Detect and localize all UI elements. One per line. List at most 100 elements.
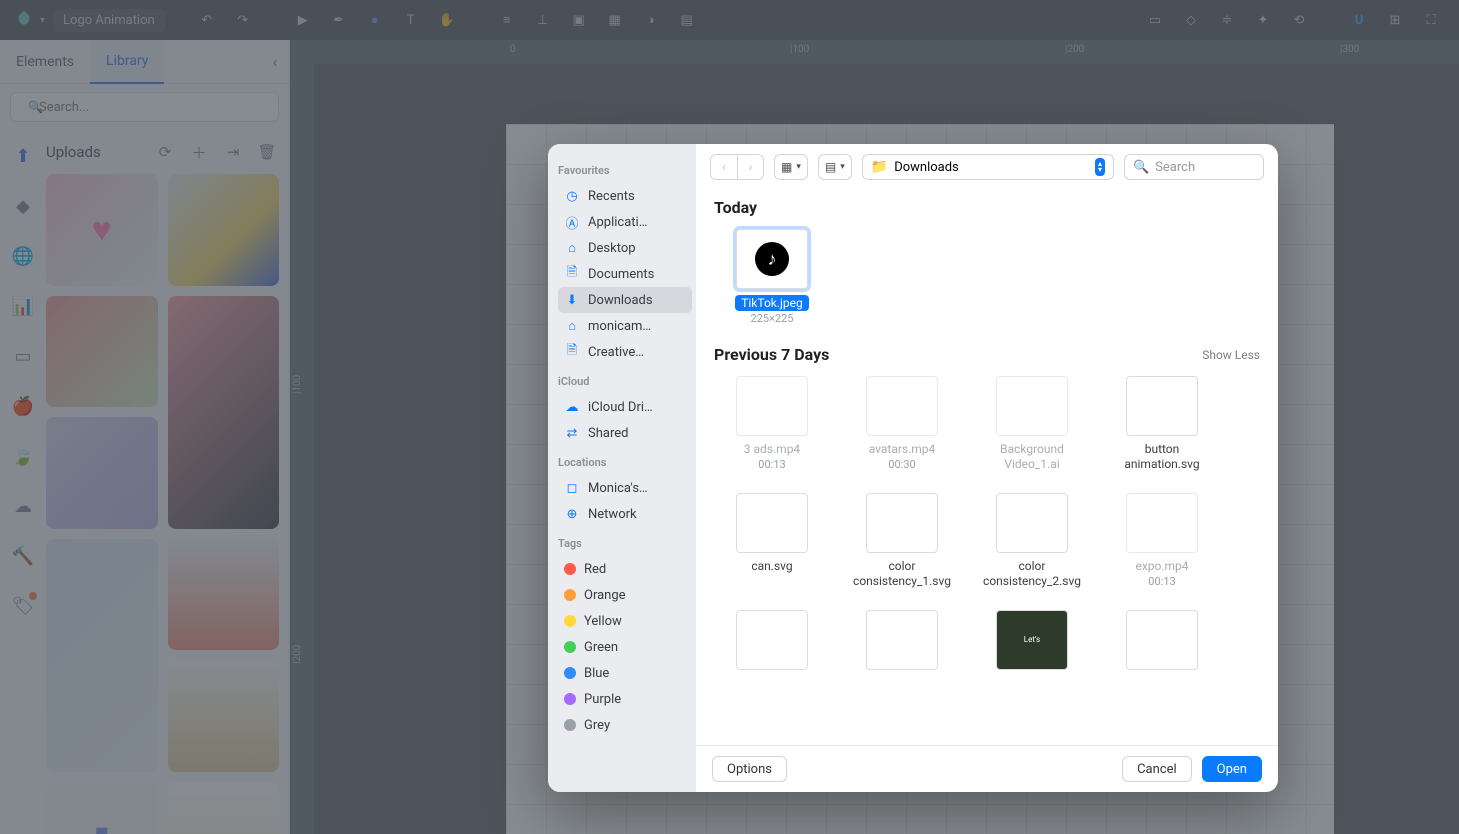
sidebar-item-label: iCloud Dri… [588,400,653,415]
view-mode-group[interactable]: ▤ ▾ [818,154,852,180]
file-meta: 225×225 [751,312,794,325]
file-thumbnail [866,376,938,436]
sidebar-item-label: Monica's… [588,481,648,496]
file-name: TikTok.jpeg [735,295,809,311]
dialog-search[interactable]: 🔍 Search [1124,154,1264,180]
sidebar-tag-item[interactable]: Orange [558,582,692,608]
file-item[interactable] [844,610,960,670]
sidebar-item-label: Creative… [588,345,644,360]
file-item[interactable]: 3 ads.mp400:13 [714,376,830,471]
file-item[interactable]: ♪ TikTok.jpeg225×225 [714,229,830,325]
file-name: button animation.svg [1106,442,1218,471]
sidebar-item[interactable]: 🗎 Creative… [558,339,692,365]
sidebar-tag-item[interactable]: Purple [558,686,692,712]
nav-arrows: ‹ › [710,154,764,180]
sidebar-item-label: Blue [584,666,609,681]
file-item[interactable]: button animation.svg [1104,376,1220,471]
nav-forward-button[interactable]: › [737,155,763,179]
sidebar-section-locations: Locations [558,456,692,469]
search-icon: 🔍 [1133,160,1149,175]
nav-back-button[interactable]: ‹ [711,155,737,179]
file-item[interactable]: Background Video_1.ai [974,376,1090,471]
location-dropdown[interactable]: 📁 Downloads ▴▾ [862,154,1114,180]
tag-color-dot-icon [564,667,576,679]
sidebar-item-label: Shared [588,426,628,441]
file-item[interactable]: expo.mp400:13 [1104,493,1220,588]
sidebar-item[interactable]: ⇄ Shared [558,420,692,446]
dialog-toolbar: ‹ › ▦ ▾ ▤ ▾ 📁 Downloads ▴▾ 🔍 Search [696,144,1278,188]
sidebar-item[interactable]: ◷ Recents [558,183,692,209]
sidebar-item-label: monicam… [588,319,651,334]
sidebar-tag-item[interactable]: Yellow [558,608,692,634]
file-item[interactable]: Let's [974,610,1090,670]
sidebar-item-label: Desktop [588,241,636,256]
sidebar-tag-item[interactable]: Blue [558,660,692,686]
file-item[interactable] [714,610,830,670]
sidebar-section-tags: Tags [558,537,692,550]
file-thumbnail [1126,376,1198,436]
options-button[interactable]: Options [712,756,787,782]
file-item[interactable]: can.svg [714,493,830,588]
file-name: color consistency_1.svg [846,559,958,588]
dialog-sidebar: Favourites ◷ Recents Ⓐ Applicati… ⌂ Desktop 🗎 D… [548,144,696,792]
sidebar-item-icon: ☁ [564,400,580,415]
file-name: 3 ads.mp4 [744,442,800,456]
dialog-footer: Options Cancel Open [696,745,1278,792]
file-thumbnail [996,376,1068,436]
file-name: can.svg [751,559,792,573]
file-thumbnail [996,493,1068,553]
sidebar-item[interactable]: ⌂ Desktop [558,235,692,261]
sidebar-item-label: Downloads [588,293,653,308]
sidebar-item[interactable]: Ⓐ Applicati… [558,209,692,235]
sidebar-item-icon: ⇄ [564,426,580,441]
sidebar-item[interactable]: ⬇Downloads [558,287,692,313]
sidebar-item[interactable]: ⌂monicam… [558,313,692,339]
sidebar-item-label: Recents [588,189,635,204]
sidebar-item-icon: 🗎 [564,263,580,285]
sidebar-item-label: Orange [584,588,626,603]
sidebar-item[interactable]: ◻ Monica's… [558,475,692,501]
sidebar-item-icon: ◷ [564,189,580,204]
location-name: Downloads [894,160,1089,175]
sidebar-item-icon: Ⓐ [564,213,580,232]
file-name: color consistency_2.svg [976,559,1088,588]
sidebar-item-icon: ◻ [564,481,580,496]
tag-color-dot-icon [564,615,576,627]
file-thumbnail [1126,493,1198,553]
tag-color-dot-icon [564,641,576,653]
file-item[interactable]: avatars.mp4 00:30 [844,376,960,471]
file-item[interactable]: color consistency_2.svg [974,493,1090,588]
cancel-button[interactable]: Cancel [1122,756,1192,782]
section-previous-7-days: Previous 7 Days [714,345,829,364]
show-less-button[interactable]: Show Less [1202,348,1260,362]
sidebar-item-label: Grey [584,718,610,733]
file-thumbnail: ♪ [736,229,808,289]
sidebar-item[interactable]: ⊕Network [558,501,692,527]
sidebar-item-label: Documents [588,267,654,282]
tag-color-dot-icon [564,589,576,601]
tag-color-dot-icon [564,563,576,575]
file-item[interactable]: color consistency_1.svg [844,493,960,588]
tag-color-dot-icon [564,693,576,705]
sidebar-item-icon: 🗎 [564,341,580,363]
file-meta: 00:30 [888,458,915,471]
view-mode-icon-grid[interactable]: ▦ ▾ [774,154,808,180]
sidebar-item[interactable]: ☁ iCloud Dri… [558,394,692,420]
sidebar-item[interactable]: 🗎 Documents [558,261,692,287]
file-name: avatars.mp4 [869,442,936,456]
dialog-search-placeholder: Search [1155,160,1195,175]
sidebar-tag-item[interactable]: Red [558,556,692,582]
sidebar-item-icon: ⊕ [564,507,580,522]
sidebar-item-label: Applicati… [588,215,647,230]
file-name: expo.mp4 [1135,559,1188,573]
file-item[interactable] [1104,610,1220,670]
file-area[interactable]: Today ♪TikTok.jpeg225×225 Previous 7 Day… [696,188,1278,745]
sidebar-tag-item[interactable]: Green [558,634,692,660]
folder-icon: 📁 [871,159,888,175]
open-button[interactable]: Open [1202,756,1262,782]
file-thumbnail [736,376,808,436]
sidebar-tag-item[interactable]: Grey [558,712,692,738]
sidebar-item-icon: ⌂ [564,240,580,256]
sidebar-item-label: Purple [584,692,621,707]
sidebar-section-favourites: Favourites [558,164,692,177]
